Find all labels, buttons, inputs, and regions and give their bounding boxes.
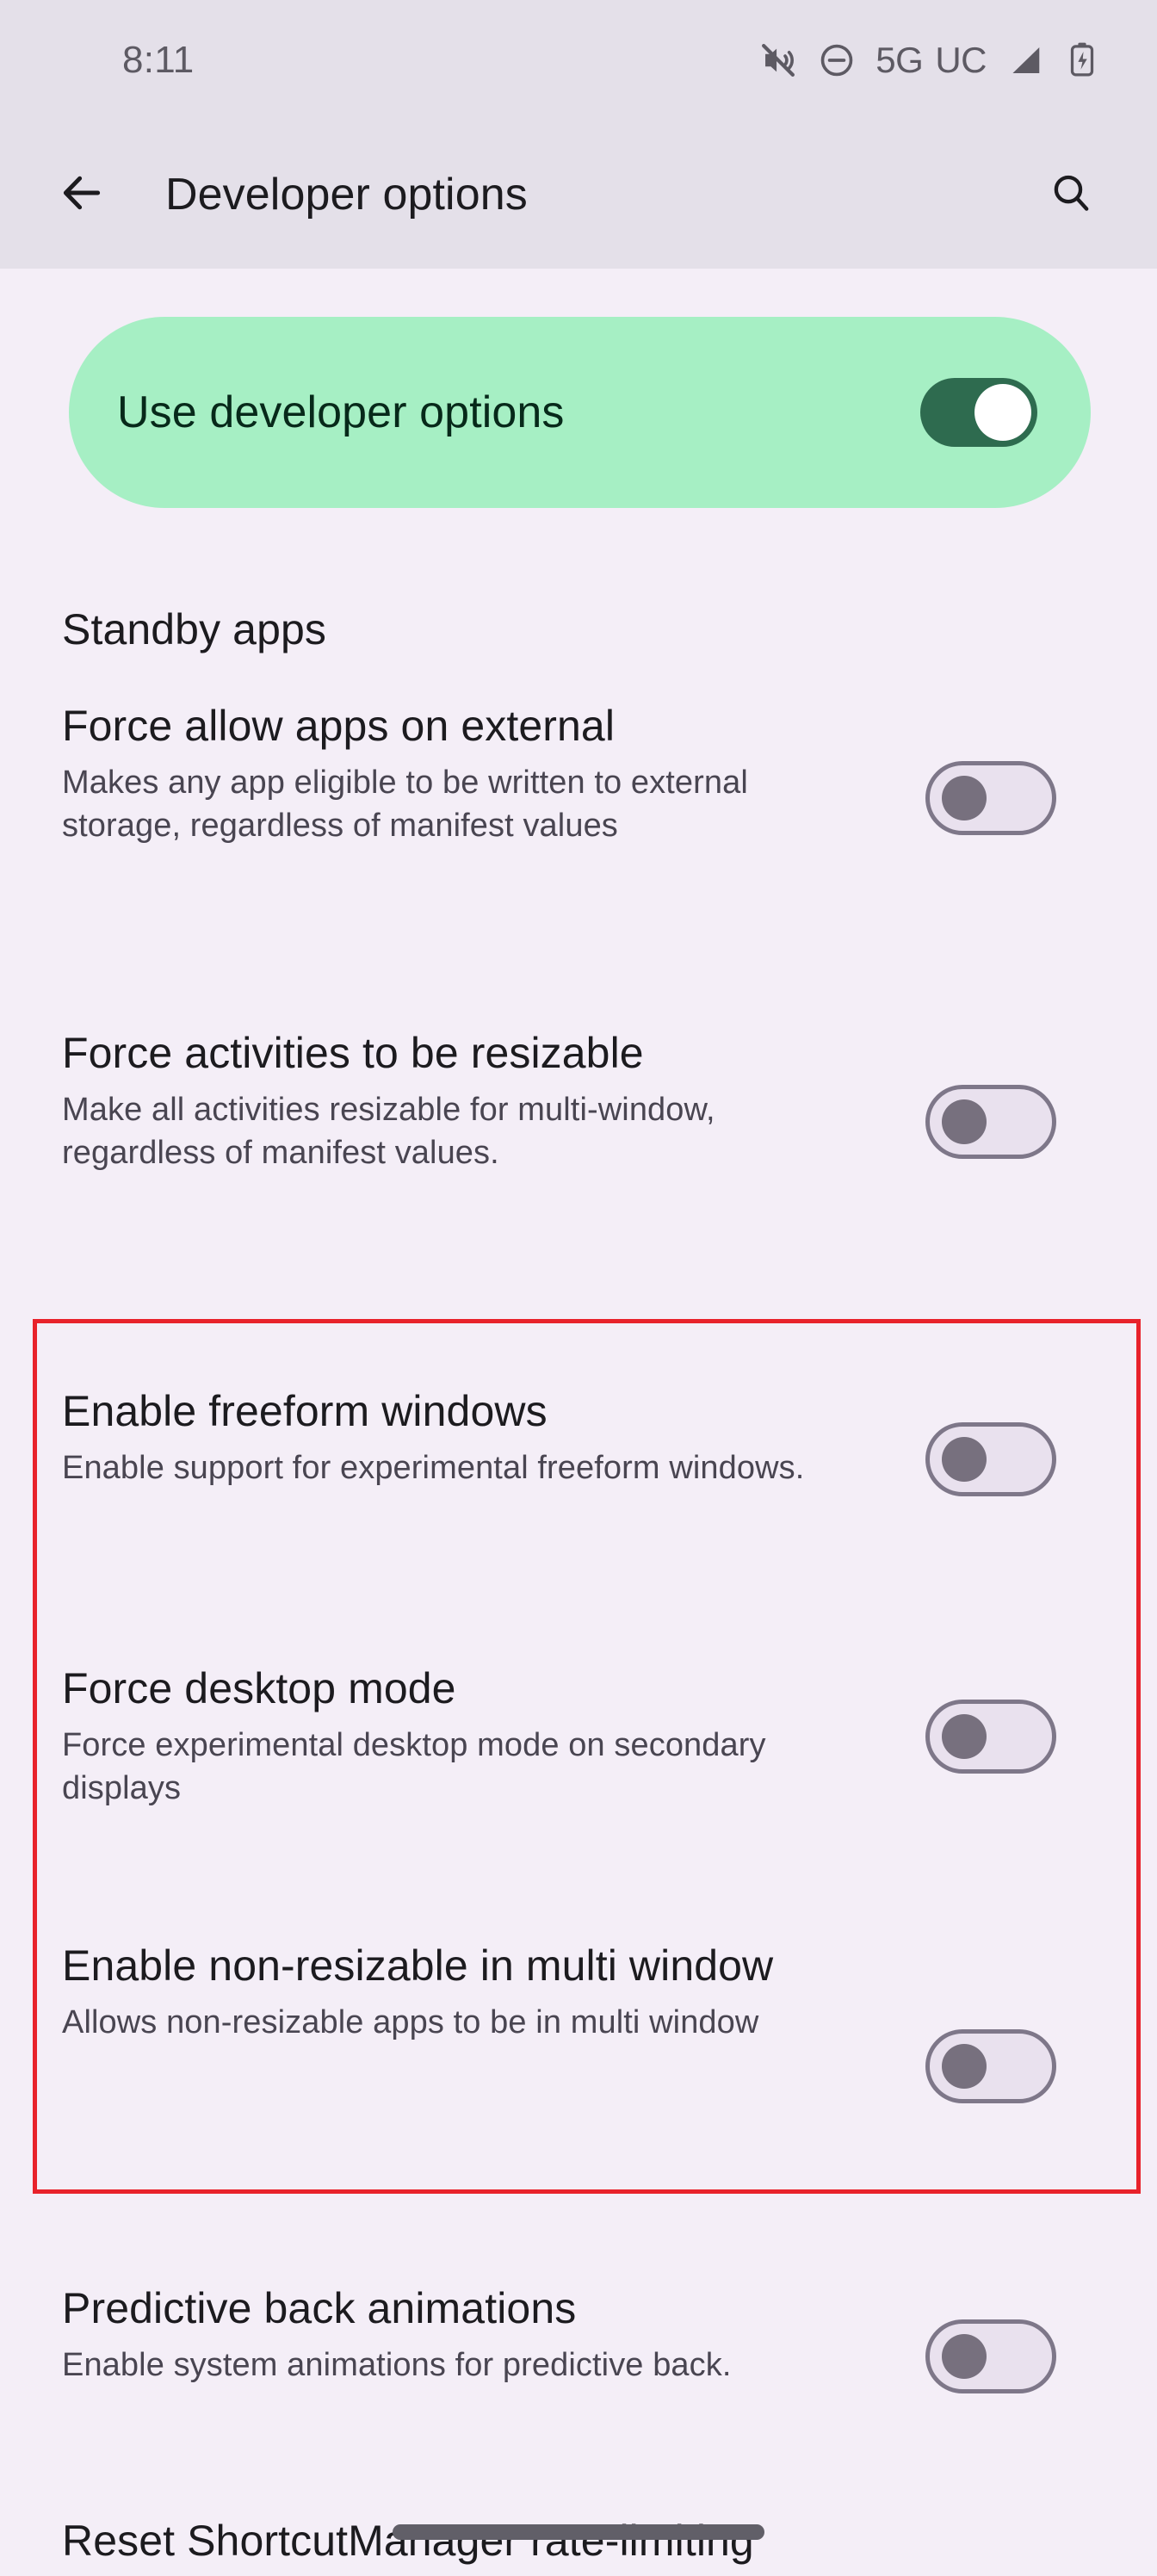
use-developer-options-toggle[interactable] [920,378,1037,447]
toggle-thumb [974,384,1031,441]
setting-row-force-desktop-mode[interactable]: Force desktop mode Force experimental de… [0,1662,1157,1810]
network-suffix-label: UC [935,40,987,80]
setting-description: Enable system animations for predictive … [62,2347,732,2383]
gesture-navigation-handle[interactable] [393,2524,764,2540]
section-header-standby-apps: Standby apps [62,605,326,653]
setting-row-force-allow-apps-on-external[interactable]: Force allow apps on external Makes any a… [0,699,1157,847]
setting-row-enable-non-resizable-in-multi-window[interactable]: Enable non-resizable in multi window All… [0,1939,1157,2103]
setting-text-block: Reset ShortcutManager rate-limiting [0,2514,869,2567]
setting-title: Force allow apps on external [62,702,616,750]
back-button[interactable] [36,149,127,240]
battery-charging-icon [1064,40,1100,80]
status-bar: 8:11 5G UC [0,0,1157,121]
setting-title: Force desktop mode [62,1664,456,1712]
setting-description: Force experimental desktop mode on secon… [62,1727,766,1806]
status-bar-icons: 5G UC [758,40,1100,81]
toggle-thumb [942,2044,987,2089]
setting-row-force-activities-to-be-resizable[interactable]: Force activities to be resizable Make al… [0,1026,1157,1174]
toggle-force-activities-to-be-resizable[interactable] [925,1085,1056,1159]
toggle-thumb [942,2334,987,2379]
setting-title: Enable non-resizable in multi window [62,1941,774,1990]
toggle-enable-non-resizable-in-multi-window[interactable] [925,2029,1056,2103]
toggle-thumb [942,1714,987,1759]
setting-row-predictive-back-animations[interactable]: Predictive back animations Enable system… [0,2282,1157,2393]
setting-row-reset-shortcutmanager-rate-limiting[interactable]: Reset ShortcutManager rate-limiting [0,2514,1157,2567]
setting-title: Force activities to be resizable [62,1029,644,1077]
status-bar-clock: 8:11 [122,39,195,81]
setting-text-block: Force allow apps on external Makes any a… [0,699,869,847]
toggle-force-desktop-mode[interactable] [925,1700,1056,1774]
toggle-thumb [942,1437,987,1482]
app-bar: Developer options [0,121,1157,269]
toggle-thumb [942,776,987,820]
setting-title: Predictive back animations [62,2284,577,2332]
setting-description: Allows non-resizable apps to be in multi… [62,2004,759,2040]
toggle-predictive-back-animations[interactable] [925,2319,1056,2393]
setting-text-block: Force desktop mode Force experimental de… [0,1662,869,1810]
setting-text-block: Enable freeform windows Enable support f… [0,1384,869,1489]
setting-description: Enable support for experimental freeform… [62,1450,805,1486]
setting-description: Makes any app eligible to be written to … [62,765,748,844]
setting-title: Enable freeform windows [62,1387,548,1435]
setting-text-block: Predictive back animations Enable system… [0,2282,869,2387]
setting-title: Reset ShortcutManager rate-limiting [62,2517,754,2565]
toggle-force-allow-apps-on-external[interactable] [925,761,1056,835]
setting-row-enable-freeform-windows[interactable]: Enable freeform windows Enable support f… [0,1384,1157,1496]
use-developer-options-row[interactable]: Use developer options [69,317,1091,508]
settings-scroll-container[interactable]: Use developer options Standby apps Force… [0,269,1157,2576]
network-type-label: 5G UC [875,40,987,81]
network-generation-label: 5G [875,40,924,80]
toggle-enable-freeform-windows[interactable] [925,1422,1056,1496]
do-not-disturb-icon [817,40,857,80]
signal-bar-icon [1005,40,1045,80]
search-icon [1049,170,1093,220]
use-developer-options-label: Use developer options [117,387,565,437]
search-button[interactable] [1028,152,1114,238]
toggle-thumb [942,1099,987,1144]
back-arrow-icon [58,169,106,221]
volume-muted-icon [758,40,798,80]
page-title: Developer options [165,170,528,220]
setting-text-block: Force activities to be resizable Make al… [0,1026,869,1174]
setting-description: Make all activities resizable for multi-… [62,1092,715,1171]
setting-text-block: Enable non-resizable in multi window All… [0,1939,869,2044]
